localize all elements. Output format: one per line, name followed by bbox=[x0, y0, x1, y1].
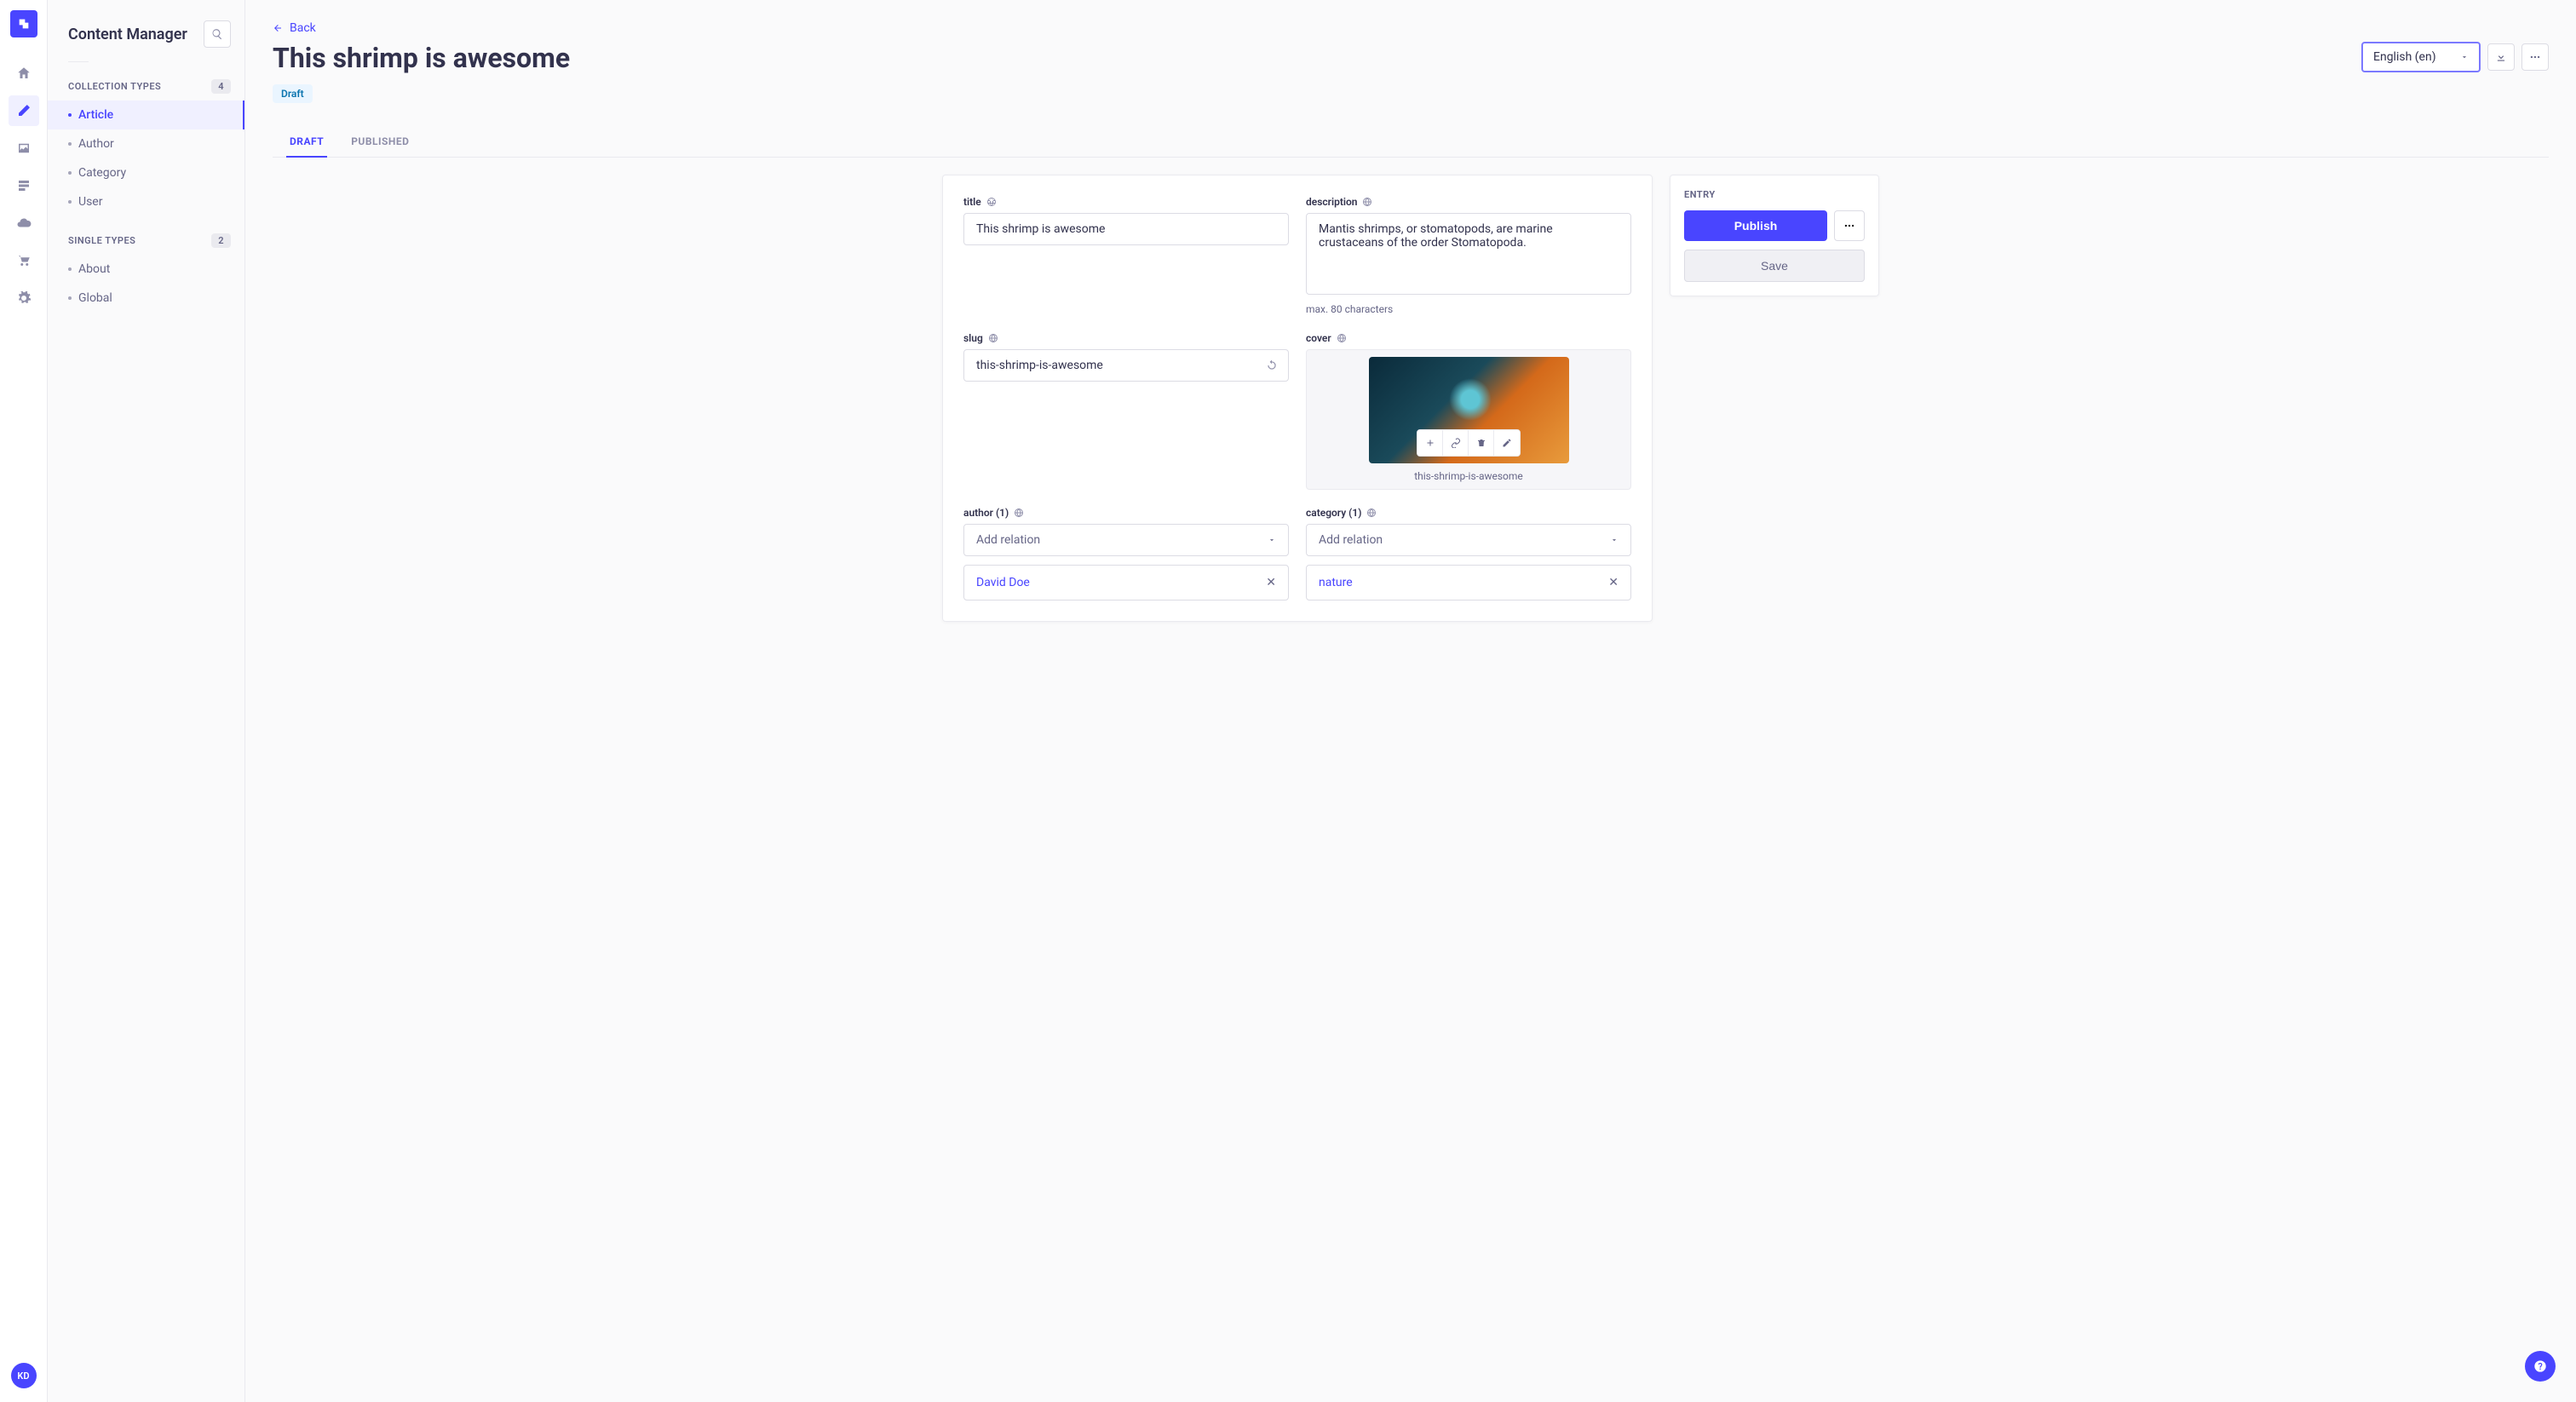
field-category: category (1) Add relation nature ✕ bbox=[1306, 507, 1631, 600]
sidebar-item-global[interactable]: Global bbox=[48, 284, 244, 313]
page-title: This shrimp is awesome bbox=[273, 42, 570, 74]
slug-input[interactable] bbox=[963, 349, 1289, 382]
title-input[interactable] bbox=[963, 213, 1289, 245]
search-button[interactable] bbox=[204, 20, 231, 48]
link-icon bbox=[1451, 438, 1461, 448]
cover-caption: this-shrimp-is-awesome bbox=[1414, 470, 1523, 482]
pencil-icon bbox=[1502, 438, 1512, 448]
sidebar-item-author[interactable]: Author bbox=[48, 129, 244, 158]
nav-home-icon[interactable] bbox=[9, 58, 39, 89]
author-chip: David Doe ✕ bbox=[963, 565, 1289, 600]
status-badge: Draft bbox=[273, 84, 313, 103]
cover-add-button[interactable] bbox=[1417, 430, 1443, 456]
search-icon bbox=[211, 28, 223, 40]
back-link[interactable]: Back bbox=[273, 21, 316, 35]
help-fab[interactable] bbox=[2525, 1351, 2556, 1382]
nav-cloud-icon[interactable] bbox=[9, 208, 39, 238]
form-card: title description max. 80 characters slu… bbox=[942, 175, 1653, 622]
collection-types-heading: COLLECTION TYPES 4 bbox=[48, 79, 244, 101]
globe-icon bbox=[1366, 508, 1377, 518]
category-select[interactable]: Add relation bbox=[1306, 524, 1631, 556]
description-input[interactable] bbox=[1306, 213, 1631, 295]
nav-rail: KD bbox=[0, 0, 48, 1402]
trash-icon bbox=[1476, 438, 1486, 448]
question-icon bbox=[2533, 1359, 2547, 1373]
globe-icon bbox=[986, 197, 997, 207]
tab-draft[interactable]: DRAFT bbox=[286, 127, 327, 158]
user-avatar[interactable]: KD bbox=[11, 1363, 37, 1388]
cover-label: cover bbox=[1306, 332, 1631, 344]
single-count-badge: 2 bbox=[211, 233, 231, 248]
download-icon bbox=[2495, 51, 2507, 63]
slug-refresh-button[interactable] bbox=[1263, 357, 1280, 374]
globe-icon bbox=[988, 333, 998, 343]
slug-label: slug bbox=[963, 332, 1289, 344]
entry-heading: ENTRY bbox=[1684, 189, 1865, 200]
arrow-left-icon bbox=[273, 23, 283, 33]
cover-toolbar bbox=[1417, 429, 1521, 457]
category-chip-remove[interactable]: ✕ bbox=[1608, 576, 1619, 589]
sidebar-title: Content Manager bbox=[68, 26, 187, 43]
field-title: title bbox=[963, 196, 1289, 315]
globe-icon bbox=[1337, 333, 1347, 343]
dots-icon bbox=[1843, 220, 1855, 232]
publish-button[interactable]: Publish bbox=[1684, 210, 1827, 241]
nav-marketplace-icon[interactable] bbox=[9, 245, 39, 276]
download-button[interactable] bbox=[2487, 43, 2515, 71]
title-label: title bbox=[963, 196, 1289, 208]
locale-select[interactable]: English (en) bbox=[2361, 42, 2481, 72]
save-button[interactable]: Save bbox=[1684, 250, 1865, 282]
author-label: author (1) bbox=[963, 507, 1289, 519]
publish-more-button[interactable] bbox=[1834, 210, 1865, 241]
caret-down-icon bbox=[2460, 53, 2469, 61]
caret-down-icon bbox=[1610, 536, 1619, 544]
main-content: Back This shrimp is awesome English (en)… bbox=[245, 0, 2576, 1402]
category-label: category (1) bbox=[1306, 507, 1631, 519]
description-hint: max. 80 characters bbox=[1306, 303, 1631, 315]
sidebar-item-user[interactable]: User bbox=[48, 187, 244, 216]
sidebar-item-article[interactable]: Article bbox=[48, 101, 244, 129]
entry-card: ENTRY Publish Save bbox=[1670, 175, 1879, 296]
sidebar-item-category[interactable]: Category bbox=[48, 158, 244, 187]
tab-published[interactable]: PUBLISHED bbox=[348, 127, 412, 158]
globe-icon bbox=[1014, 508, 1024, 518]
cover-edit-button[interactable] bbox=[1494, 430, 1520, 456]
side-panel: ENTRY Publish Save bbox=[1670, 175, 1879, 296]
cover-delete-button[interactable] bbox=[1469, 430, 1494, 456]
globe-icon bbox=[1362, 197, 1372, 207]
caret-down-icon bbox=[1268, 536, 1276, 544]
cover-link-button[interactable] bbox=[1443, 430, 1469, 456]
description-label: description bbox=[1306, 196, 1631, 208]
author-select[interactable]: Add relation bbox=[963, 524, 1289, 556]
collection-count-badge: 4 bbox=[211, 79, 231, 94]
divider bbox=[68, 61, 89, 62]
app-logo[interactable] bbox=[10, 10, 37, 37]
nav-content-icon[interactable] bbox=[9, 95, 39, 126]
cover-box: this-shrimp-is-awesome bbox=[1306, 349, 1631, 490]
author-chip-label[interactable]: David Doe bbox=[976, 576, 1030, 589]
author-chip-remove[interactable]: ✕ bbox=[1266, 576, 1276, 589]
sidebar: Content Manager COLLECTION TYPES 4 Artic… bbox=[48, 0, 245, 1402]
category-chip: nature ✕ bbox=[1306, 565, 1631, 600]
category-chip-label[interactable]: nature bbox=[1319, 576, 1353, 589]
field-description: description max. 80 characters bbox=[1306, 196, 1631, 315]
nav-settings-icon[interactable] bbox=[9, 283, 39, 313]
tabs: DRAFT PUBLISHED bbox=[273, 127, 2549, 158]
single-types-heading: SINGLE TYPES 2 bbox=[48, 233, 244, 255]
dots-icon bbox=[2529, 51, 2541, 63]
nav-media-icon[interactable] bbox=[9, 133, 39, 164]
plus-icon bbox=[1425, 438, 1435, 448]
sidebar-item-about[interactable]: About bbox=[48, 255, 244, 284]
field-slug: slug bbox=[963, 332, 1289, 490]
cover-image[interactable] bbox=[1369, 357, 1569, 463]
more-button[interactable] bbox=[2521, 43, 2549, 71]
field-cover: cover this-shrimp-is-awesome bbox=[1306, 332, 1631, 490]
refresh-icon bbox=[1266, 359, 1278, 371]
nav-builder-icon[interactable] bbox=[9, 170, 39, 201]
field-author: author (1) Add relation David Doe ✕ bbox=[963, 507, 1289, 600]
